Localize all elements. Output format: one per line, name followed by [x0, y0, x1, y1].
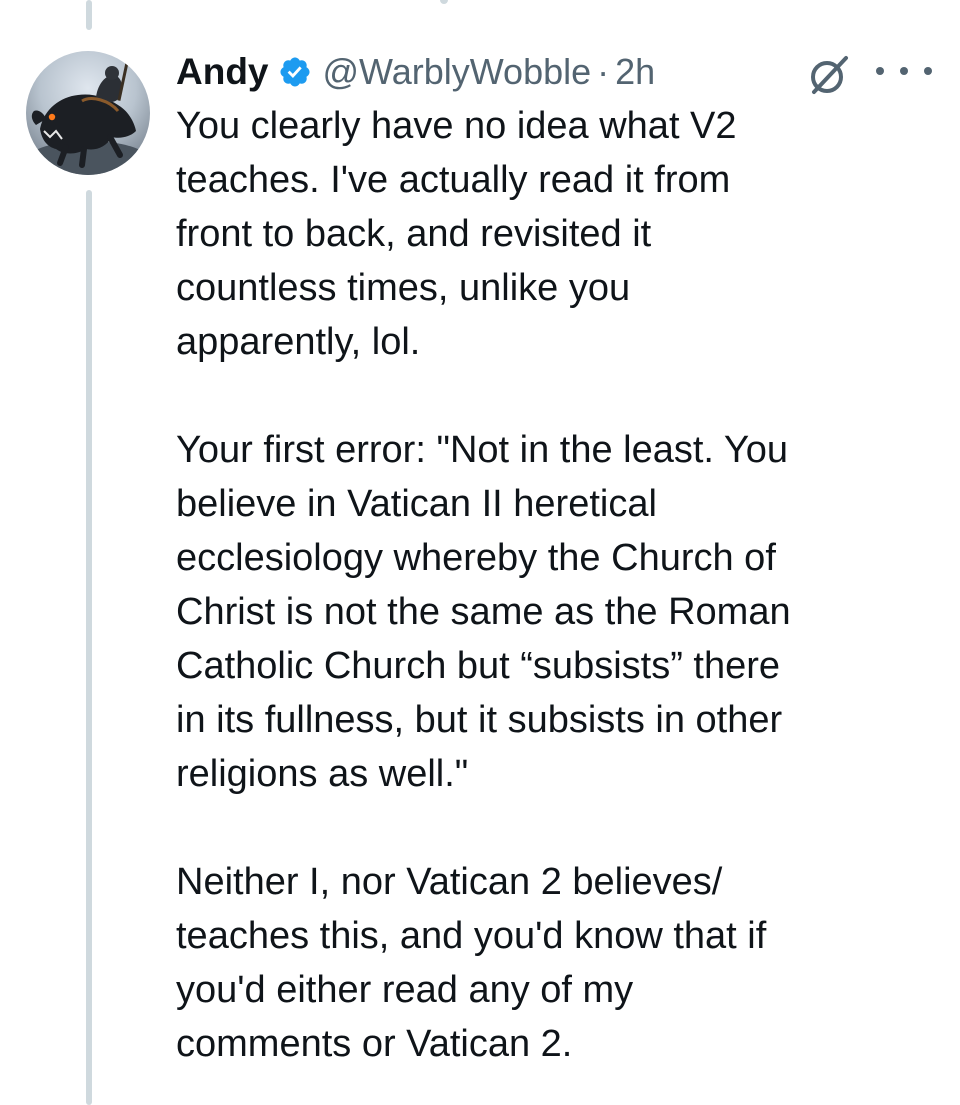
header-separator: ·	[597, 51, 610, 92]
tweet-paragraph: Neither I, nor Vatican 2 believes/ teach…	[176, 861, 767, 1065]
thread-connector-line	[86, 190, 92, 1105]
more-options-icon[interactable]	[876, 58, 932, 84]
verified-badge-icon[interactable]	[278, 55, 312, 89]
author-name[interactable]: Andy	[176, 51, 269, 93]
tweet-header: Andy @WarblyWobble · 2h	[176, 46, 655, 98]
grok-icon[interactable]	[806, 52, 852, 98]
avatar[interactable]	[26, 51, 150, 175]
tweet-paragraph: You clearly have no idea what V2 teaches…	[176, 105, 737, 363]
avatar-image	[28, 59, 148, 175]
tweet-timestamp[interactable]: 2h	[615, 51, 655, 93]
author-handle[interactable]: @WarblyWobble	[323, 51, 592, 93]
thread-dot	[440, 0, 448, 4]
tweet-text: You clearly have no idea what V2 teaches…	[176, 99, 916, 1071]
thread-connector-top	[86, 0, 92, 30]
tweet-paragraph: Your first error: "Not in the least. You…	[176, 429, 791, 795]
